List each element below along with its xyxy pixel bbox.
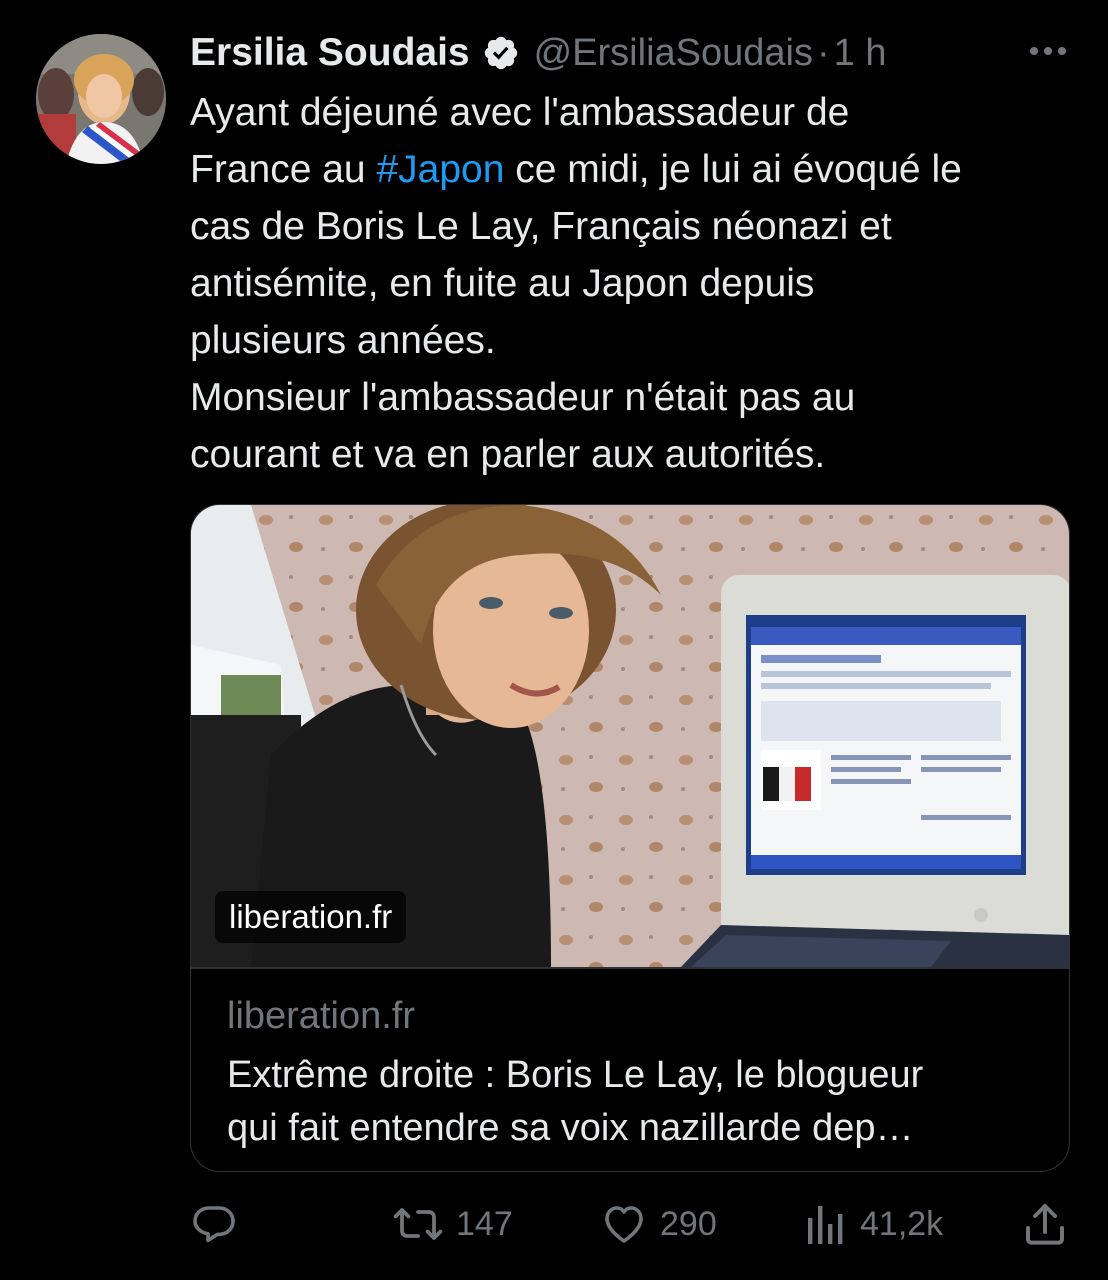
verified-badge-icon[interactable]	[482, 34, 520, 72]
like-button[interactable]: 290	[600, 1194, 717, 1254]
retweet-count: 147	[456, 1204, 513, 1243]
reply-button[interactable]	[190, 1194, 238, 1254]
more-dots-icon[interactable]	[1026, 36, 1070, 66]
tweet-header: Ersilia Soudais @ErsiliaSoudais · 1 h	[190, 26, 886, 80]
reply-icon	[190, 1200, 238, 1248]
card-divider	[191, 967, 1069, 969]
author-handle[interactable]: @ErsiliaSoudais	[534, 32, 813, 75]
tweet-line: antisémite, en fuite au Japon depuis	[190, 262, 815, 305]
tweet-line: Ayant déjeuné avec l'ambassadeur de	[190, 91, 850, 134]
share-icon	[1022, 1200, 1068, 1248]
tweet-text: Ayant déjeuné avec l'ambassadeur de Fran…	[190, 84, 1070, 483]
like-count: 290	[660, 1204, 717, 1243]
heart-icon	[600, 1200, 648, 1248]
tweet-actions: 147 290 41,2k	[0, 1194, 1108, 1254]
author-display-name[interactable]: Ersilia Soudais	[190, 31, 470, 75]
tweet-line: cas de Boris Le Lay, Français néonazi et	[190, 205, 892, 248]
views-count: 41,2k	[860, 1204, 944, 1243]
author-avatar[interactable]	[36, 34, 166, 164]
retweet-icon	[392, 1200, 444, 1248]
header-separator: ·	[816, 31, 830, 74]
tweet-line: courant et va en parler aux autorités.	[190, 433, 826, 476]
card-domain: liberation.fr	[227, 995, 415, 1037]
tweet[interactable]: Ersilia Soudais @ErsiliaSoudais · 1 h Ay…	[0, 0, 1108, 1280]
tweet-line-end: ce midi, je lui ai évoqué le	[504, 148, 962, 191]
share-button[interactable]	[1022, 1194, 1068, 1254]
hashtag-link[interactable]: #Japon	[376, 148, 504, 191]
card-title-line: qui fait entendre sa voix nazillarde dep…	[227, 1107, 914, 1149]
tweet-timestamp[interactable]: 1 h	[834, 32, 887, 75]
card-image-domain-chip: liberation.fr	[215, 891, 407, 943]
retweet-button[interactable]: 147	[392, 1194, 513, 1254]
views-button[interactable]: 41,2k	[804, 1194, 943, 1254]
card-title: Extrême droite : Boris Le Lay, le blogue…	[227, 1049, 1047, 1155]
tweet-line: Monsieur l'ambassadeur n'était pas au	[190, 376, 856, 419]
tweet-line: France au #Japon ce midi, je lui ai évoq…	[190, 141, 1070, 198]
link-preview-card[interactable]: liberation.fr liberation.fr Extrême droi…	[190, 504, 1070, 1172]
card-title-line: Extrême droite : Boris Le Lay, le blogue…	[227, 1054, 924, 1096]
views-chart-icon	[804, 1200, 848, 1248]
card-image[interactable]: liberation.fr	[191, 505, 1069, 967]
tweet-line: plusieurs années.	[190, 319, 496, 362]
tweet-line-start: France au	[190, 148, 377, 191]
